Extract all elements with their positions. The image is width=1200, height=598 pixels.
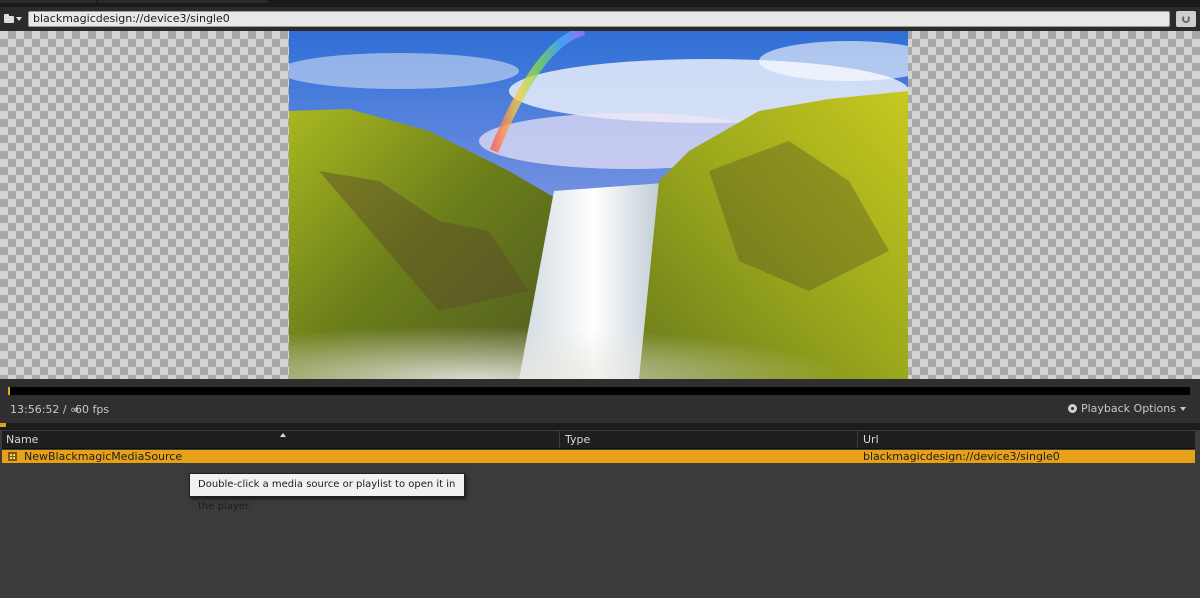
gear-icon [1067,404,1077,413]
media-source-icon [8,452,17,461]
tab-edge [98,0,268,3]
column-divider[interactable] [559,431,560,448]
media-source-list: Name Type Url NewBlackmagicMediaSource b… [0,430,1200,598]
list-item-url: blackmagicdesign://device3/single0 [863,450,1060,463]
waterfall-image [289,31,908,379]
chevron-down-icon [16,17,22,21]
panel-splitter[interactable] [0,423,1200,430]
list-header: Name Type Url [2,431,1195,449]
tab-edge [0,0,96,3]
refresh-icon [1182,15,1190,23]
open-folder-button[interactable] [2,11,24,27]
playback-controls: 13:56:52 / ∞ 60 fps Playback Options [0,379,1200,423]
playback-options-button[interactable]: Playback Options [1067,402,1186,415]
playback-fps: 60 fps [75,403,110,416]
column-header-url[interactable]: Url [863,431,879,448]
chevron-down-icon [1180,406,1186,411]
column-header-type[interactable]: Type [565,431,590,448]
url-toolbar: blackmagicdesign://device3/single0 [0,7,1200,31]
media-frame [289,31,908,379]
media-viewport[interactable] [0,31,1200,379]
tab-strip [0,0,1200,7]
scrub-playhead[interactable] [8,387,10,395]
tooltip: Double-click a media source or playlist … [189,473,465,512]
open-url-button[interactable] [1176,11,1196,27]
column-divider[interactable] [857,431,858,448]
list-item[interactable]: NewBlackmagicMediaSource blackmagicdesig… [2,450,1195,463]
scrub-bar[interactable] [8,387,1190,395]
playback-options-label: Playback Options [1080,402,1176,415]
folder-icon [4,13,14,23]
list-item-name: NewBlackmagicMediaSource [24,450,183,463]
sort-ascending-icon [280,433,286,437]
media-url-input[interactable]: blackmagicdesign://device3/single0 [28,11,1170,27]
column-header-name[interactable]: Name [6,431,38,448]
playback-time: 13:56:52 / ∞ [10,403,80,416]
